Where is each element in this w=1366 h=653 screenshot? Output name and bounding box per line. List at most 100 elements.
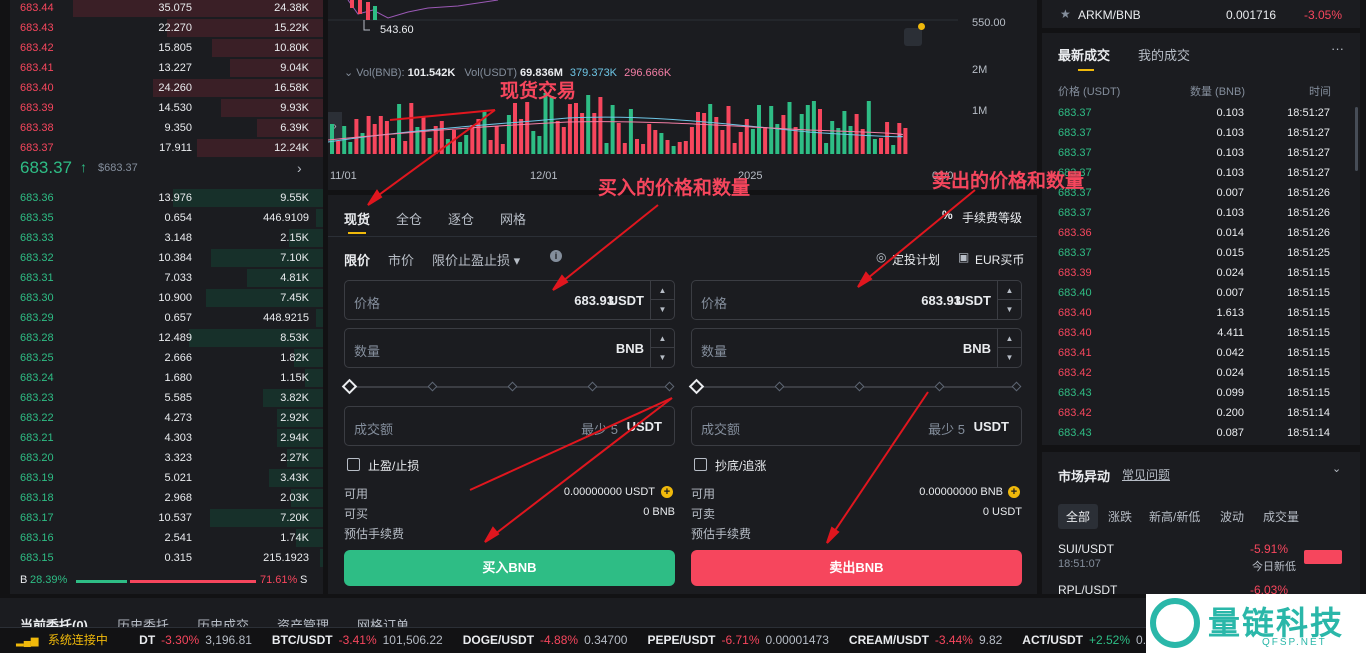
- ask-row[interactable]: 683.38 9.350 6.39K: [10, 118, 323, 138]
- tab-my-trades[interactable]: 我的成交: [1138, 45, 1190, 64]
- bid-row[interactable]: 683.18 2.968 2.03K: [10, 488, 323, 508]
- qty-stepper[interactable]: ▲ ▼: [650, 329, 674, 367]
- sell-qty-input[interactable]: 数量 BNB ▲ ▼: [691, 328, 1022, 368]
- tab-latest-trades[interactable]: 最新成交: [1058, 45, 1110, 64]
- bid-row[interactable]: 683.36 13.976 9.55K: [10, 188, 323, 208]
- price-stepper[interactable]: ▲ ▼: [997, 281, 1021, 319]
- price-stepper[interactable]: ▲ ▼: [650, 281, 674, 319]
- ask-row[interactable]: 683.42 15.805 10.80K: [10, 38, 323, 58]
- bid-row[interactable]: 683.15 0.315 215.1923: [10, 548, 323, 568]
- collapse-icon[interactable]: ⌄: [1332, 462, 1341, 475]
- ticker-item[interactable]: CREAM/USDT -3.44% 9.82: [849, 633, 1008, 647]
- ticker-item[interactable]: DOGE/USDT -4.88% 0.34700: [463, 633, 634, 647]
- tab-grid[interactable]: 网格: [500, 209, 526, 228]
- ticker-item[interactable]: PEPE/USDT -6.71% 0.00001473: [647, 633, 834, 647]
- tab-all[interactable]: 全部: [1058, 504, 1099, 529]
- ma-line: [328, 121, 903, 141]
- tab-rise-fall[interactable]: 涨跌: [1108, 508, 1132, 525]
- tab-volume[interactable]: 成交量: [1263, 508, 1299, 525]
- bid-row[interactable]: 683.32 10.384 7.10K: [10, 248, 323, 268]
- buy-total-input[interactable]: 成交额 最少 5 USDT: [344, 406, 675, 446]
- ask-row[interactable]: 683.44 35.075 24.38K: [10, 0, 323, 18]
- trade-row: 683.37 0.015 18:51:25: [1042, 243, 1360, 263]
- market-list-row[interactable]: ★ ARKM/BNB 0.001716 -3.05%: [1042, 0, 1360, 28]
- bid-total: 7.20K: [280, 512, 309, 524]
- bid-row[interactable]: 683.28 12.489 8.53K: [10, 328, 323, 348]
- fee-level-link[interactable]: 手续费等级: [962, 209, 1022, 226]
- eur-buy-link[interactable]: EUR买币: [975, 251, 1024, 268]
- bid-row[interactable]: 683.29 0.657 448.9215: [10, 308, 323, 328]
- order-type-market[interactable]: 市价: [388, 250, 414, 269]
- price-chart[interactable]: 543.60 550.00 ⌄ Vol(BNB): 101.542K Vol(U…: [328, 0, 1037, 190]
- indicator-icon[interactable]: [904, 28, 922, 46]
- sell-total-input[interactable]: 成交额 最少 5 USDT: [691, 406, 1022, 446]
- bid-row[interactable]: 683.20 3.323 2.27K: [10, 448, 323, 468]
- tab-trade-history[interactable]: 历史成交: [197, 615, 249, 627]
- buy-price-input[interactable]: 价格 683.93 USDT ▲ ▼: [344, 280, 675, 320]
- last-price-row[interactable]: 683.37 ↑ $683.37 ›: [10, 156, 323, 182]
- chevron-right-icon[interactable]: ›: [297, 160, 302, 176]
- tab-volatility[interactable]: 波动: [1220, 508, 1244, 525]
- bid-row[interactable]: 683.30 10.900 7.45K: [10, 288, 323, 308]
- bid-row[interactable]: 683.33 3.148 2.15K: [10, 228, 323, 248]
- bid-row[interactable]: 683.17 10.537 7.20K: [10, 508, 323, 528]
- bid-row[interactable]: 683.21 4.303 2.94K: [10, 428, 323, 448]
- tab-isolated[interactable]: 逐仓: [448, 209, 474, 228]
- deposit-icon[interactable]: +: [661, 486, 673, 498]
- ask-price: 683.37: [20, 142, 54, 154]
- info-icon[interactable]: i: [550, 250, 562, 262]
- tab-assets[interactable]: 资产管理: [277, 615, 329, 627]
- mover-pair[interactable]: SUI/USDT: [1058, 542, 1114, 556]
- tab-high-low[interactable]: 新高/新低: [1149, 508, 1200, 525]
- tab-open-orders[interactable]: 当前委托(0): [20, 615, 88, 627]
- dca-plan-link[interactable]: 定投计划: [892, 251, 940, 268]
- tpsl-checkbox[interactable]: [347, 458, 360, 471]
- bid-row[interactable]: 683.31 7.033 4.81K: [10, 268, 323, 288]
- bid-row[interactable]: 683.19 5.021 3.43K: [10, 468, 323, 488]
- buy-slider[interactable]: [341, 378, 675, 395]
- annotation-spot: 现货交易: [500, 81, 577, 102]
- ticker-item[interactable]: BTC/USDT -3.41% 101,506.22: [272, 633, 449, 647]
- more-icon[interactable]: ···: [1331, 41, 1344, 56]
- sell-button[interactable]: 卖出BNB: [691, 550, 1022, 586]
- bid-total: 215.1923: [263, 552, 309, 564]
- sell-slider[interactable]: [688, 378, 1022, 395]
- bid-row[interactable]: 683.35 0.654 446.9109: [10, 208, 323, 228]
- volume-bar: [604, 143, 609, 154]
- mover-pair[interactable]: RPL/USDT: [1058, 583, 1117, 597]
- ask-row[interactable]: 683.40 24.260 16.58K: [10, 78, 323, 98]
- ticker-change: -3.41%: [338, 633, 377, 647]
- trade-price: 683.43: [1058, 427, 1092, 439]
- qty-stepper[interactable]: ▲ ▼: [997, 329, 1021, 367]
- tab-spot[interactable]: 现货: [344, 209, 370, 228]
- bid-row[interactable]: 683.16 2.541 1.74K: [10, 528, 323, 548]
- trade-qty: 0.103: [1216, 147, 1244, 159]
- ask-row[interactable]: 683.37 17.911 12.24K: [10, 138, 323, 158]
- ask-row[interactable]: 683.43 22.270 15.22K: [10, 18, 323, 38]
- tab-cross[interactable]: 全仓: [396, 209, 422, 228]
- faq-link[interactable]: 常见问题: [1122, 466, 1170, 483]
- chase-checkbox[interactable]: [694, 458, 707, 471]
- ask-row[interactable]: 683.39 14.530 9.93K: [10, 98, 323, 118]
- tab-order-history[interactable]: 历史委托: [117, 615, 169, 627]
- trade-time: 18:51:15: [1287, 347, 1330, 359]
- bid-price: 683.18: [20, 492, 54, 504]
- buy-button[interactable]: 买入BNB: [344, 550, 675, 586]
- buy-qty-input[interactable]: 数量 BNB ▲ ▼: [344, 328, 675, 368]
- can-buy-value: 0 BNB: [643, 506, 675, 518]
- bid-row[interactable]: 683.25 2.666 1.82K: [10, 348, 323, 368]
- ticker-item[interactable]: DT -3.30% 3,196.81: [139, 633, 258, 647]
- ask-row[interactable]: 683.41 13.227 9.04K: [10, 58, 323, 78]
- volume-bar: [848, 126, 853, 154]
- deposit-icon[interactable]: +: [1008, 486, 1020, 498]
- bid-row[interactable]: 683.24 1.680 1.15K: [10, 368, 323, 388]
- bid-row[interactable]: 683.23 5.585 3.82K: [10, 388, 323, 408]
- star-icon[interactable]: ★: [1060, 7, 1071, 21]
- tab-grid-orders[interactable]: 网格订单: [357, 615, 409, 627]
- sell-price-input[interactable]: 价格 683.93 USDT ▲ ▼: [691, 280, 1022, 320]
- bid-total: 1.15K: [280, 372, 309, 384]
- order-type-stop-limit[interactable]: 限价止盈止损 ▾: [432, 250, 520, 269]
- sell-avail-value: 0.00000000 BNB: [919, 486, 1003, 498]
- order-type-limit[interactable]: 限价: [344, 250, 370, 269]
- bid-row[interactable]: 683.22 4.273 2.92K: [10, 408, 323, 428]
